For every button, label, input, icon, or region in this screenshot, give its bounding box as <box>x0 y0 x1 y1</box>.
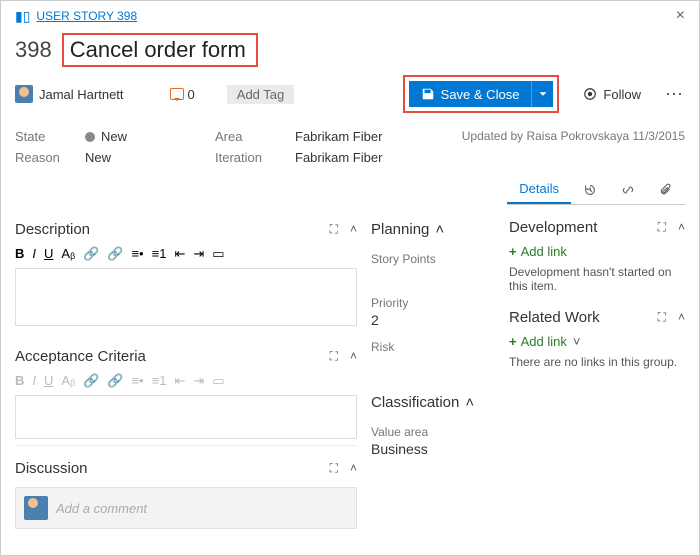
updated-text: Updated by Raisa Pokrovskaya 11/3/2015 <box>462 129 685 144</box>
tab-history[interactable] <box>571 175 609 204</box>
maximize-icon[interactable]: ⛶ <box>330 461 338 476</box>
development-heading: Development <box>509 219 658 236</box>
tab-links[interactable] <box>609 175 647 204</box>
save-close-button[interactable]: Save & Close <box>409 81 532 107</box>
tab-details[interactable]: Details <box>507 175 571 204</box>
add-tag-button[interactable]: Add Tag <box>227 85 294 104</box>
state-field[interactable]: New <box>85 129 215 144</box>
discussion-placeholder: Add a comment <box>56 501 147 516</box>
state-label: State <box>15 129 85 144</box>
collapse-icon[interactable]: ˄ <box>678 310 685 325</box>
story-points-label: Story Points <box>371 246 491 266</box>
description-toolbar[interactable]: BIUAᵦ🔗🔗≡•≡1⇤⇥▭ <box>15 244 357 268</box>
collapse-icon[interactable]: ˄ <box>350 461 357 476</box>
collapse-icon[interactable]: ˄ <box>350 349 357 364</box>
tab-attachments[interactable] <box>647 175 685 204</box>
plus-icon: + <box>509 334 517 349</box>
classification-heading: Classification <box>371 394 459 411</box>
assignee-name: Jamal Hartnett <box>39 87 124 102</box>
avatar-icon <box>24 496 48 520</box>
related-heading: Related Work <box>509 309 658 326</box>
assignee-field[interactable]: Jamal Hartnett <box>15 85 124 103</box>
area-label: Area <box>215 129 295 144</box>
attachment-icon <box>659 183 673 197</box>
work-item-id: 398 <box>15 37 52 63</box>
iteration-label: Iteration <box>215 150 295 165</box>
follow-button[interactable]: Follow <box>583 87 641 102</box>
save-highlight: Save & Close <box>403 75 560 113</box>
chevron-down-icon: ˅ <box>573 334 581 349</box>
related-add-link[interactable]: +Add link˅ <box>509 332 685 351</box>
state-dot-icon <box>85 132 95 142</box>
discussion-input[interactable]: Add a comment <box>15 487 357 529</box>
maximize-icon[interactable]: ⛶ <box>658 310 666 325</box>
value-area-label: Value area <box>371 419 491 439</box>
link-icon <box>621 183 635 197</box>
history-icon <box>583 183 597 197</box>
follow-icon <box>583 87 597 101</box>
area-field[interactable]: Fabrikam Fiber <box>295 129 455 144</box>
maximize-icon[interactable]: ⛶ <box>658 220 666 235</box>
discussion-heading: Discussion <box>15 460 330 477</box>
story-points-field[interactable] <box>371 266 491 290</box>
collapse-icon[interactable]: ˄ <box>350 222 357 237</box>
planning-heading: Planning <box>371 221 429 238</box>
acceptance-heading: Acceptance Criteria <box>15 348 330 365</box>
more-actions-button[interactable]: ⋯ <box>665 84 685 105</box>
priority-label: Priority <box>371 290 491 310</box>
reason-label: Reason <box>15 150 85 165</box>
priority-field[interactable]: 2 <box>371 310 491 334</box>
avatar-icon <box>15 85 33 103</box>
maximize-icon[interactable]: ⛶ <box>330 349 338 364</box>
plus-icon: + <box>509 244 517 259</box>
acceptance-editor[interactable] <box>15 395 357 439</box>
description-editor[interactable] <box>15 268 357 326</box>
close-icon[interactable]: × <box>676 7 685 25</box>
collapse-icon[interactable]: ˄ <box>678 220 685 235</box>
maximize-icon[interactable]: ⛶ <box>330 222 338 237</box>
risk-field[interactable] <box>371 354 491 378</box>
save-dropdown-button[interactable] <box>531 81 553 107</box>
development-empty-text: Development hasn't started on this item. <box>509 261 685 301</box>
reason-field[interactable]: New <box>85 150 215 165</box>
development-add-link[interactable]: +Add link <box>509 242 685 261</box>
description-heading: Description <box>15 221 330 238</box>
comment-icon <box>170 88 184 100</box>
iteration-field[interactable]: Fabrikam Fiber <box>295 150 455 165</box>
comment-count[interactable]: 0 <box>170 87 195 102</box>
risk-label: Risk <box>371 334 491 354</box>
value-area-field[interactable]: Business <box>371 439 491 463</box>
acceptance-toolbar[interactable]: BIUAᵦ🔗🔗≡•≡1⇤⇥▭ <box>15 371 357 395</box>
user-story-icon: ▮▯ <box>15 8 30 25</box>
save-icon <box>421 87 435 101</box>
tab-bar: Details <box>507 175 685 205</box>
title-input[interactable]: Cancel order form <box>62 33 258 67</box>
breadcrumb-link[interactable]: USER STORY 398 <box>36 9 137 23</box>
collapse-icon[interactable]: ˄ <box>465 394 474 411</box>
collapse-icon[interactable]: ˄ <box>435 221 444 238</box>
chevron-down-icon <box>536 87 550 101</box>
related-empty-text: There are no links in this group. <box>509 351 685 377</box>
